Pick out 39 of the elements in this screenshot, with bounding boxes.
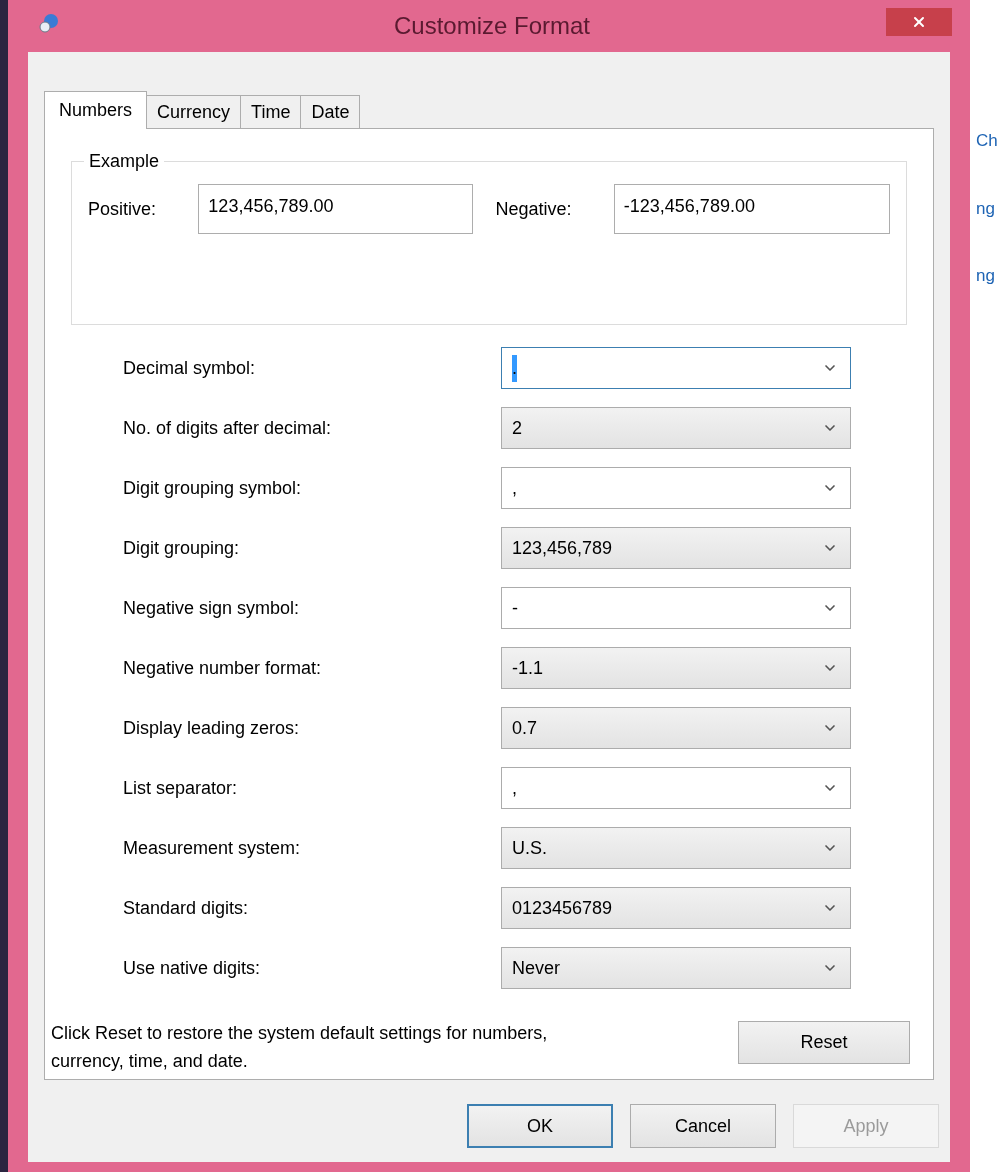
globe-clock-icon (38, 12, 60, 34)
link[interactable]: ng (976, 263, 1003, 289)
window-title: Customize Format (392, 11, 591, 41)
setting-label: Negative number format: (123, 656, 323, 680)
setting-label: Decimal symbol: (123, 356, 257, 380)
negative-example-field[interactable]: -123,456,789.00 (613, 184, 890, 234)
reset-button[interactable]: Reset (738, 1021, 910, 1064)
reset-note: Click Reset to restore the system default settings for numbers, currency, time, and date. (51, 1022, 549, 1073)
close-button[interactable] (886, 8, 952, 36)
setting-label: Measurement system: (123, 836, 302, 860)
close-icon (911, 14, 927, 30)
field-label: Positive: (88, 197, 158, 221)
dropdown-field[interactable]: Never (501, 947, 851, 989)
dropdown-field[interactable]: 123,456,789 (501, 527, 851, 569)
dropdown-field[interactable]: , (501, 467, 851, 509)
dropdown-field[interactable]: 2 (501, 407, 851, 449)
setting-label: List separator: (123, 776, 239, 800)
link[interactable]: Ch (976, 128, 1003, 154)
dropdown-field[interactable]: , (501, 767, 851, 809)
setting-label: Standard digits: (123, 896, 250, 920)
setting-label: Digit grouping: (123, 536, 241, 560)
setting-label: Negative sign symbol: (123, 596, 301, 620)
setting-label: No. of digits after decimal: (123, 416, 333, 440)
setting-label: Display leading zeros: (123, 716, 301, 740)
dropdown-field[interactable]: 0.7 (501, 707, 851, 749)
dropdown-field[interactable]: - (501, 587, 851, 629)
dropdown-field[interactable]: 0123456789 (501, 887, 851, 929)
setting-label: Use native digits: (123, 956, 262, 980)
tab[interactable]: Numbers (44, 91, 148, 129)
dialog-button[interactable]: Cancel (630, 1104, 776, 1148)
tab[interactable]: Date (300, 95, 361, 128)
dialog-button[interactable]: OK (467, 1104, 613, 1148)
field-label: Negative: (495, 197, 573, 221)
setting-label: Digit grouping symbol: (123, 476, 303, 500)
dropdown-field[interactable]: . (501, 347, 851, 389)
dropdown-field[interactable]: U.S. (501, 827, 851, 869)
link[interactable]: ng (976, 195, 1003, 221)
positive-example-field[interactable]: 123,456,789.00 (198, 184, 473, 234)
dropdown-field[interactable]: -1.1 (501, 647, 851, 689)
